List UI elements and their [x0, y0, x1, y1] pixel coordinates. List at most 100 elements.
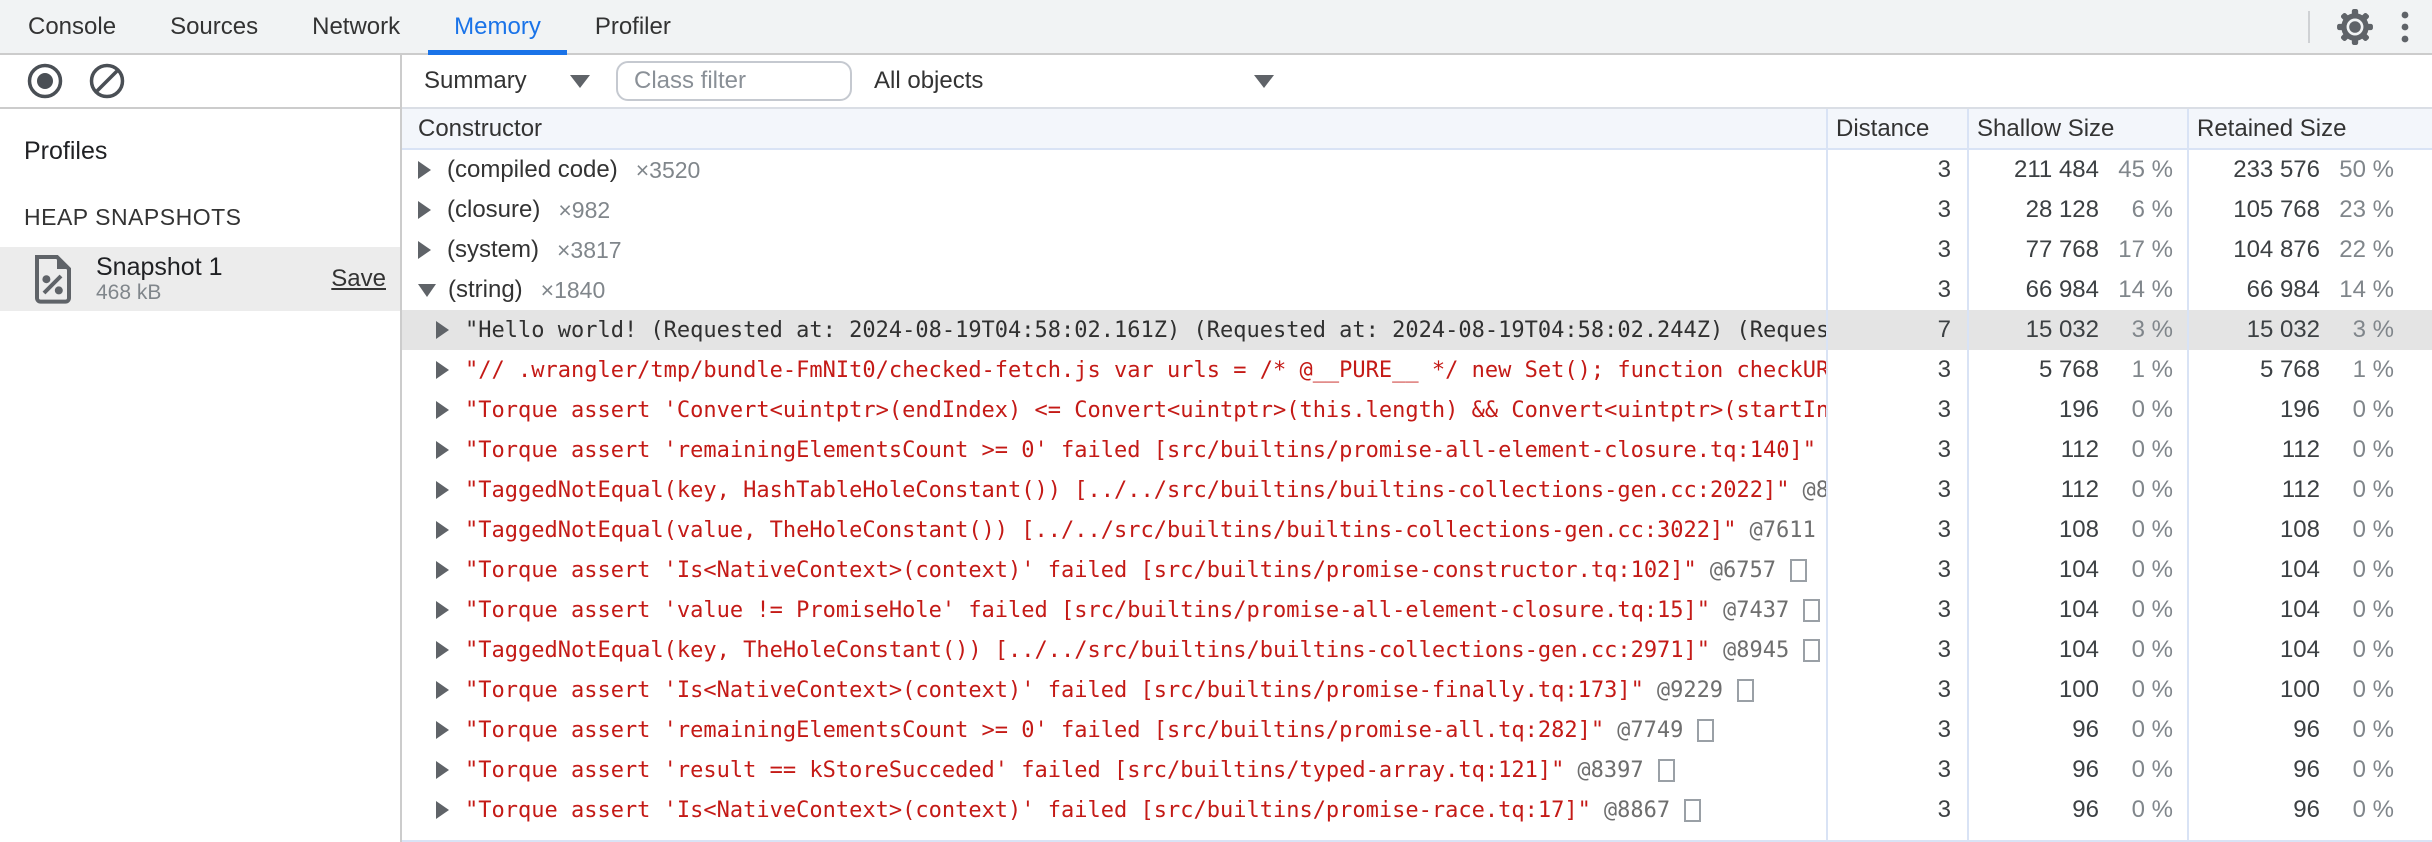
record-heap-snapshot-icon[interactable] — [26, 62, 64, 100]
string-value: "Torque assert 'result == kStoreSucceded… — [465, 757, 1565, 783]
constructor-name: (string) — [448, 276, 523, 303]
heap-snapshot-document-percent-icon — [30, 254, 76, 304]
gear-icon[interactable] — [2336, 8, 2374, 46]
table-row[interactable]: (string) ×1840 3 66 984 14 % 66 984 14 % — [402, 270, 2432, 310]
retained-size-cell: 15 032 3 % — [2187, 310, 2432, 350]
column-header-distance[interactable]: Distance — [1826, 109, 1967, 148]
disclosure-triangle-icon[interactable] — [436, 601, 449, 619]
instance-count: ×3817 — [557, 236, 622, 263]
column-header-retained-size[interactable]: Retained Size — [2187, 109, 2432, 148]
tab-network[interactable]: Network — [286, 0, 426, 53]
constructor-name: (system) — [447, 236, 539, 263]
disclosure-triangle-icon[interactable] — [436, 721, 449, 739]
tab-sources[interactable]: Sources — [144, 0, 284, 53]
object-link-icon[interactable] — [1657, 758, 1675, 782]
object-link-icon[interactable] — [1803, 638, 1821, 662]
distance-cell: 3 — [1826, 630, 1967, 670]
table-row[interactable]: (system) ×3817 3 77 768 17 % 104 876 22 % — [402, 230, 2432, 270]
constructor-cell: "Torque assert 'remainingElementsCount >… — [402, 710, 1826, 750]
disclosure-triangle-icon[interactable] — [436, 361, 449, 379]
distance-cell: 3 — [1826, 350, 1967, 390]
column-header-constructor[interactable]: Constructor — [402, 109, 1826, 148]
disclosure-triangle-icon[interactable] — [436, 521, 449, 539]
heap-snapshots-section-label: HEAP SNAPSHOTS — [24, 204, 242, 230]
table-row[interactable]: "Torque assert 'Is<NativeContext>(contex… — [402, 790, 2432, 830]
disclosure-triangle-icon[interactable] — [418, 161, 431, 179]
tab-sources-label: Sources — [170, 12, 259, 40]
kebab-menu-icon[interactable] — [2400, 8, 2410, 46]
disclosure-triangle-icon[interactable] — [436, 321, 449, 339]
tab-profiler[interactable]: Profiler — [569, 0, 697, 53]
disclosure-triangle-icon[interactable] — [436, 641, 449, 659]
table-row[interactable]: "Torque assert 'value != PromiseHole' fa… — [402, 590, 2432, 630]
string-value: "Torque assert 'Convert<uintptr>(endInde… — [465, 397, 1826, 423]
object-link-icon[interactable] — [1737, 678, 1755, 702]
disclosure-triangle-icon[interactable] — [436, 761, 449, 779]
table-row[interactable]: "// .wrangler/tmp/bundle-FmNIt0/checked-… — [402, 350, 2432, 390]
constructor-cell: "Hello world! (Requested at: 2024-08-19T… — [402, 310, 1826, 350]
distance-cell: 3 — [1826, 710, 1967, 750]
object-id: @8397 — [1577, 757, 1644, 783]
string-value: "TaggedNotEqual(key, TheHoleConstant()) … — [465, 637, 1711, 663]
table-row[interactable]: "Torque assert 'remainingElementsCount >… — [402, 710, 2432, 750]
shallow-size-cell: 211 484 45 % — [1967, 150, 2187, 190]
object-scope-select[interactable]: All objects — [862, 67, 1274, 95]
object-link-icon[interactable] — [1803, 598, 1821, 622]
heap-snapshot-view: Summary All objects Constructor Distance… — [402, 55, 2432, 842]
disclosure-triangle-icon[interactable] — [418, 201, 431, 219]
distance-cell: 3 — [1826, 510, 1967, 550]
table-row[interactable]: "Torque assert 'Is<NativeContext>(contex… — [402, 550, 2432, 590]
instance-count: ×1840 — [540, 276, 606, 303]
table-row[interactable]: "Torque assert 'Is<NativeContext>(contex… — [402, 670, 2432, 710]
table-row[interactable]: "Torque assert 'result == kStoreSucceded… — [402, 750, 2432, 790]
string-value: "TaggedNotEqual(value, TheHoleConstant()… — [465, 517, 1737, 543]
disclosure-triangle-icon[interactable] — [436, 681, 449, 699]
constructor-cell: "Torque assert 'Convert<uintptr>(endInde… — [402, 390, 1826, 430]
string-value: "TaggedNotEqual(key, HashTableHoleConsta… — [465, 477, 1790, 503]
disclosure-triangle-icon[interactable] — [436, 401, 449, 419]
table-row[interactable]: "Torque assert 'remainingElementsCount >… — [402, 430, 2432, 470]
retained-size-cell: 104 876 22 % — [2187, 230, 2432, 270]
distance-cell: 3 — [1826, 270, 1967, 310]
constructor-cell: "Torque assert 'Is<NativeContext>(contex… — [402, 790, 1826, 830]
clear-profiles-icon[interactable] — [88, 62, 126, 100]
instance-count: ×3520 — [635, 156, 701, 183]
shallow-size-cell: 100 0 % — [1967, 670, 2187, 710]
object-link-icon[interactable] — [1684, 798, 1702, 822]
object-link-icon[interactable] — [1790, 558, 1808, 582]
table-row[interactable]: (closure) ×982 3 28 128 6 % 105 768 23 % — [402, 190, 2432, 230]
class-filter-input[interactable] — [616, 61, 852, 101]
table-row[interactable]: "Hello world! (Requested at: 2024-08-19T… — [402, 310, 2432, 350]
string-value: "Torque assert 'Is<NativeContext>(contex… — [465, 557, 1697, 583]
disclosure-triangle-icon[interactable] — [436, 441, 449, 459]
disclosure-triangle-icon[interactable] — [436, 801, 449, 819]
table-row[interactable]: (compiled code) ×3520 3 211 484 45 % 233 576 5… — [402, 150, 2432, 190]
grid-filler — [402, 830, 2432, 840]
shallow-size-cell: 104 0 % — [1967, 590, 2187, 630]
string-value: "Torque assert 'Is<NativeContext>(contex… — [465, 797, 1591, 823]
perspective-select[interactable]: Summary — [424, 67, 590, 95]
table-row[interactable]: "TaggedNotEqual(key, TheHoleConstant()) … — [402, 630, 2432, 670]
object-link-icon[interactable] — [1697, 718, 1715, 742]
tab-memory[interactable]: Memory — [428, 0, 567, 55]
profiles-title: Profiles — [24, 137, 108, 165]
disclosure-triangle-icon[interactable] — [436, 561, 449, 579]
shallow-size-cell: 104 0 % — [1967, 630, 2187, 670]
disclosure-triangle-icon[interactable] — [418, 283, 436, 297]
disclosure-triangle-icon[interactable] — [418, 241, 431, 259]
distance-cell: 3 — [1826, 230, 1967, 270]
save-link[interactable]: Save — [331, 265, 386, 293]
table-row[interactable]: "TaggedNotEqual(value, TheHoleConstant()… — [402, 510, 2432, 550]
column-header-shallow-size[interactable]: Shallow Size — [1967, 109, 2187, 148]
table-row[interactable]: "Torque assert 'Convert<uintptr>(endInde… — [402, 390, 2432, 430]
retained-size-cell: 100 0 % — [2187, 670, 2432, 710]
distance-cell: 3 — [1826, 430, 1967, 470]
constructor-name: (closure) — [447, 196, 541, 223]
tab-console[interactable]: Console — [2, 0, 142, 53]
retained-size-cell: 104 0 % — [2187, 590, 2432, 630]
disclosure-triangle-icon[interactable] — [436, 481, 449, 499]
string-value: "Torque assert 'remainingElementsCount >… — [465, 437, 1817, 463]
tab-profiler-label: Profiler — [594, 12, 671, 40]
sidebar-item-snapshot-1[interactable]: Snapshot 1 468 kB Save — [0, 247, 400, 311]
table-row[interactable]: "TaggedNotEqual(key, HashTableHoleConsta… — [402, 470, 2432, 510]
